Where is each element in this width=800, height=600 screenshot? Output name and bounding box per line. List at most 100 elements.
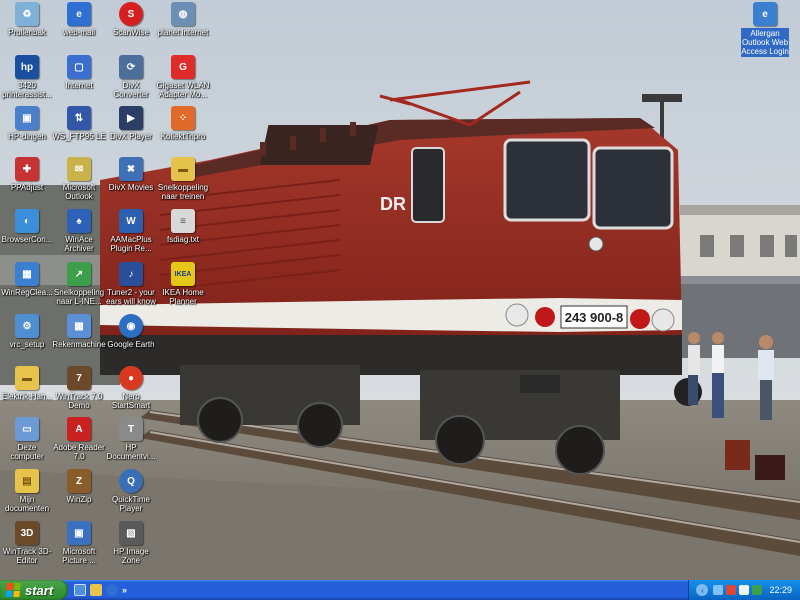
icon-label: ScanWise: [112, 28, 149, 37]
desktop-icon-hp-image-zone[interactable]: ▧ HP Image Zone: [104, 521, 158, 565]
desktop-icon-quicktime[interactable]: Q QuickTime Player: [104, 469, 158, 513]
desktop-icon-hp-documentviewer[interactable]: T HP Documentvi...: [104, 417, 158, 461]
desktop-icon-wintrack-3d-editor[interactable]: 3D WinTrack 3D-Editor: [0, 521, 54, 565]
desktop-icon-kollekttripro[interactable]: ⁘ KollektTripro: [156, 106, 210, 141]
taskbar: start » ‹ 22:29: [0, 580, 800, 600]
recycle-bin-icon: ♻: [15, 2, 39, 26]
desktop-icon-gigaset-wlan[interactable]: G Gigaset WLAN Adapter Mo...: [156, 55, 210, 99]
icon-label: Gigaset WLAN Adapter Mo...: [156, 81, 210, 99]
icon-label: Rekenmachine: [52, 340, 106, 349]
desktop-icon-ws-ftp95[interactable]: ⇅ WS_FTP95 LE: [52, 106, 106, 141]
network-icon[interactable]: [713, 585, 724, 595]
desktop-icon-planet-internet[interactable]: ◍ planet internet: [156, 2, 210, 37]
desktop-icon-rekenmachine[interactable]: ▦ Rekenmachine: [52, 314, 106, 349]
word-document-icon: W: [119, 209, 143, 233]
setup-icon: ⚙: [15, 314, 39, 338]
desktop-icon-hp-dingen[interactable]: ▣ HP-dingen: [0, 106, 54, 141]
desktop-icon-ikea-home-planner[interactable]: IKEA IKEA Home Planner: [156, 262, 210, 306]
icon-label: AAMacPlus Plugin Re...: [110, 235, 152, 253]
desktop-icon-google-earth[interactable]: ◉ Google Earth: [104, 314, 158, 349]
planet-internet-icon: ◍: [171, 2, 195, 26]
icon-label: Microsoft Outlook: [62, 183, 96, 201]
locomotive-number: 243 900-8: [565, 310, 624, 325]
desktop-icon-divx-movies[interactable]: ✖ DivX Movies: [104, 157, 158, 192]
desktop-icon-deze-computer[interactable]: ▭ Deze computer: [0, 417, 54, 461]
desktop-icon-snelkoppeling-line[interactable]: ↗ Snelkoppeling naar L-INE...: [52, 262, 106, 306]
desktop-icon-ppadjust[interactable]: ✚ PPAdjust: [0, 157, 54, 192]
icon-label: BrowserCon...: [1, 235, 53, 244]
icon-label: WS_FTP95 LE: [52, 132, 106, 141]
ppadjust-icon: ✚: [15, 157, 39, 181]
desktop-icon-elektrik-han[interactable]: ▬ Elektrik-Han...: [0, 366, 54, 401]
nero-icon: ●: [119, 366, 143, 390]
show-hidden-icons-button[interactable]: ‹: [696, 584, 709, 596]
desktop-icon-printerassist[interactable]: hp 3420 printerassist...: [0, 55, 54, 99]
desktop-icon-internet[interactable]: ▢ Internet: [52, 55, 106, 90]
icon-label: Google Earth: [107, 340, 155, 349]
show-desktop-icon[interactable]: [74, 584, 86, 596]
icon-label: DivX Movies: [108, 183, 154, 192]
picture-manager-icon: ▣: [67, 521, 91, 545]
desktop-icon-scanwise[interactable]: S ScanWise: [104, 2, 158, 37]
outlook-quicklaunch-icon[interactable]: [90, 584, 102, 596]
desktop-icon-winregclea[interactable]: ▦ WinRegClea...: [0, 262, 54, 297]
desktop-icon-wintrack-demo[interactable]: 7 WinTrack 7.0 Demo: [52, 366, 106, 410]
icon-label: WinTrack 3D-Editor: [2, 547, 52, 565]
desktop-icon-mijn-documenten[interactable]: ▤ Mijn documenten: [0, 469, 54, 513]
desktop-icon-winzip[interactable]: Z WinZip: [52, 469, 106, 504]
icon-label: HP-dingen: [8, 132, 46, 141]
outlook-icon: ✉: [67, 157, 91, 181]
text-file-icon: ≡: [171, 209, 195, 233]
icon-label: WinAce Archiver: [64, 235, 94, 253]
icon-label: Deze computer: [10, 443, 44, 461]
icon-label: Prullenbak: [8, 28, 46, 37]
desktop-icon-fsdiag[interactable]: ≡ fsdiag.txt: [156, 209, 210, 244]
desktop-icon-picture-manager[interactable]: ▣ Microsoft Picture ...: [52, 521, 106, 565]
google-earth-icon: ◉: [119, 314, 143, 338]
icon-label: IKEA Home Planner: [162, 288, 204, 306]
desktop-icon-prullenbak[interactable]: ♻ Prullenbak: [0, 2, 54, 37]
icon-label: HP Image Zone: [113, 547, 149, 565]
desktop-icon-browsercon[interactable]: ◐ BrowserCon...: [0, 209, 54, 244]
hp-image-zone-icon: ▧: [119, 521, 143, 545]
desktop-icon-nero-startsmart[interactable]: ● Nero StartSmart: [104, 366, 158, 410]
icon-label: Internet: [65, 81, 93, 90]
start-button[interactable]: start: [0, 580, 68, 600]
desktop-icon-snelkoppeling-treinen[interactable]: ▬ Snelkoppeling naar treinen: [156, 157, 210, 201]
clock[interactable]: 22:29: [769, 585, 792, 595]
icon-label: Mijn documenten: [4, 495, 50, 513]
icon-label: WinRegClea...: [1, 288, 53, 297]
divx-movies-icon: ✖: [119, 157, 143, 181]
ftp-icon: ⇅: [67, 106, 91, 130]
gigaset-icon: G: [171, 55, 195, 79]
desktop-icon-vrc-setup[interactable]: ⚙ vrc_setup: [0, 314, 54, 349]
wintrack-3d-icon: 3D: [15, 521, 39, 545]
scanwise-icon: S: [119, 2, 143, 26]
winzip-icon: Z: [67, 469, 91, 493]
icon-label: 3420 printerassist...: [2, 81, 52, 99]
icon-label: Nero StartSmart: [111, 392, 151, 410]
shield-icon[interactable]: [752, 585, 763, 595]
security-icon[interactable]: [726, 585, 737, 595]
desktop-icon-tuner2[interactable]: ♪ Tuner2 - your ears will know: [104, 262, 158, 306]
adobe-reader-icon: A: [67, 417, 91, 441]
shortcut-icon: ↗: [67, 262, 91, 286]
desktop-icon-adobe-reader[interactable]: A Adobe Reader 7.0: [52, 417, 106, 461]
quick-launch-more-button[interactable]: »: [122, 585, 127, 595]
icon-label: Snelkoppeling naar L-INE...: [53, 288, 105, 306]
desktop-icon-divx-player[interactable]: ▶ DivX Player: [104, 106, 158, 141]
windows-logo-icon: [5, 583, 21, 597]
divx-converter-icon: ⟳: [119, 55, 143, 79]
locomotive-mark: DR: [380, 194, 406, 214]
desktop-icon-aamacplus[interactable]: W AAMacPlus Plugin Re...: [104, 209, 158, 253]
desktop-icon-divx-converter[interactable]: ⟳ DivX Converter: [104, 55, 158, 99]
internet-explorer-icon: e: [67, 2, 91, 26]
icon-label: Tuner2 - your ears will know: [106, 288, 156, 306]
internet-explorer-quicklaunch-icon[interactable]: [106, 584, 118, 596]
icon-label: Adobe Reader 7.0: [53, 443, 105, 461]
desktop-icon-outlook-web-access[interactable]: e Allergan Outlook Web Access Login: [741, 2, 789, 57]
desktop-icon-web-mail[interactable]: e web-mail: [52, 2, 106, 37]
antivirus-icon[interactable]: [739, 585, 750, 595]
desktop-icon-microsoft-outlook[interactable]: ✉ Microsoft Outlook: [52, 157, 106, 201]
desktop-icon-winace[interactable]: ♠ WinAce Archiver: [52, 209, 106, 253]
